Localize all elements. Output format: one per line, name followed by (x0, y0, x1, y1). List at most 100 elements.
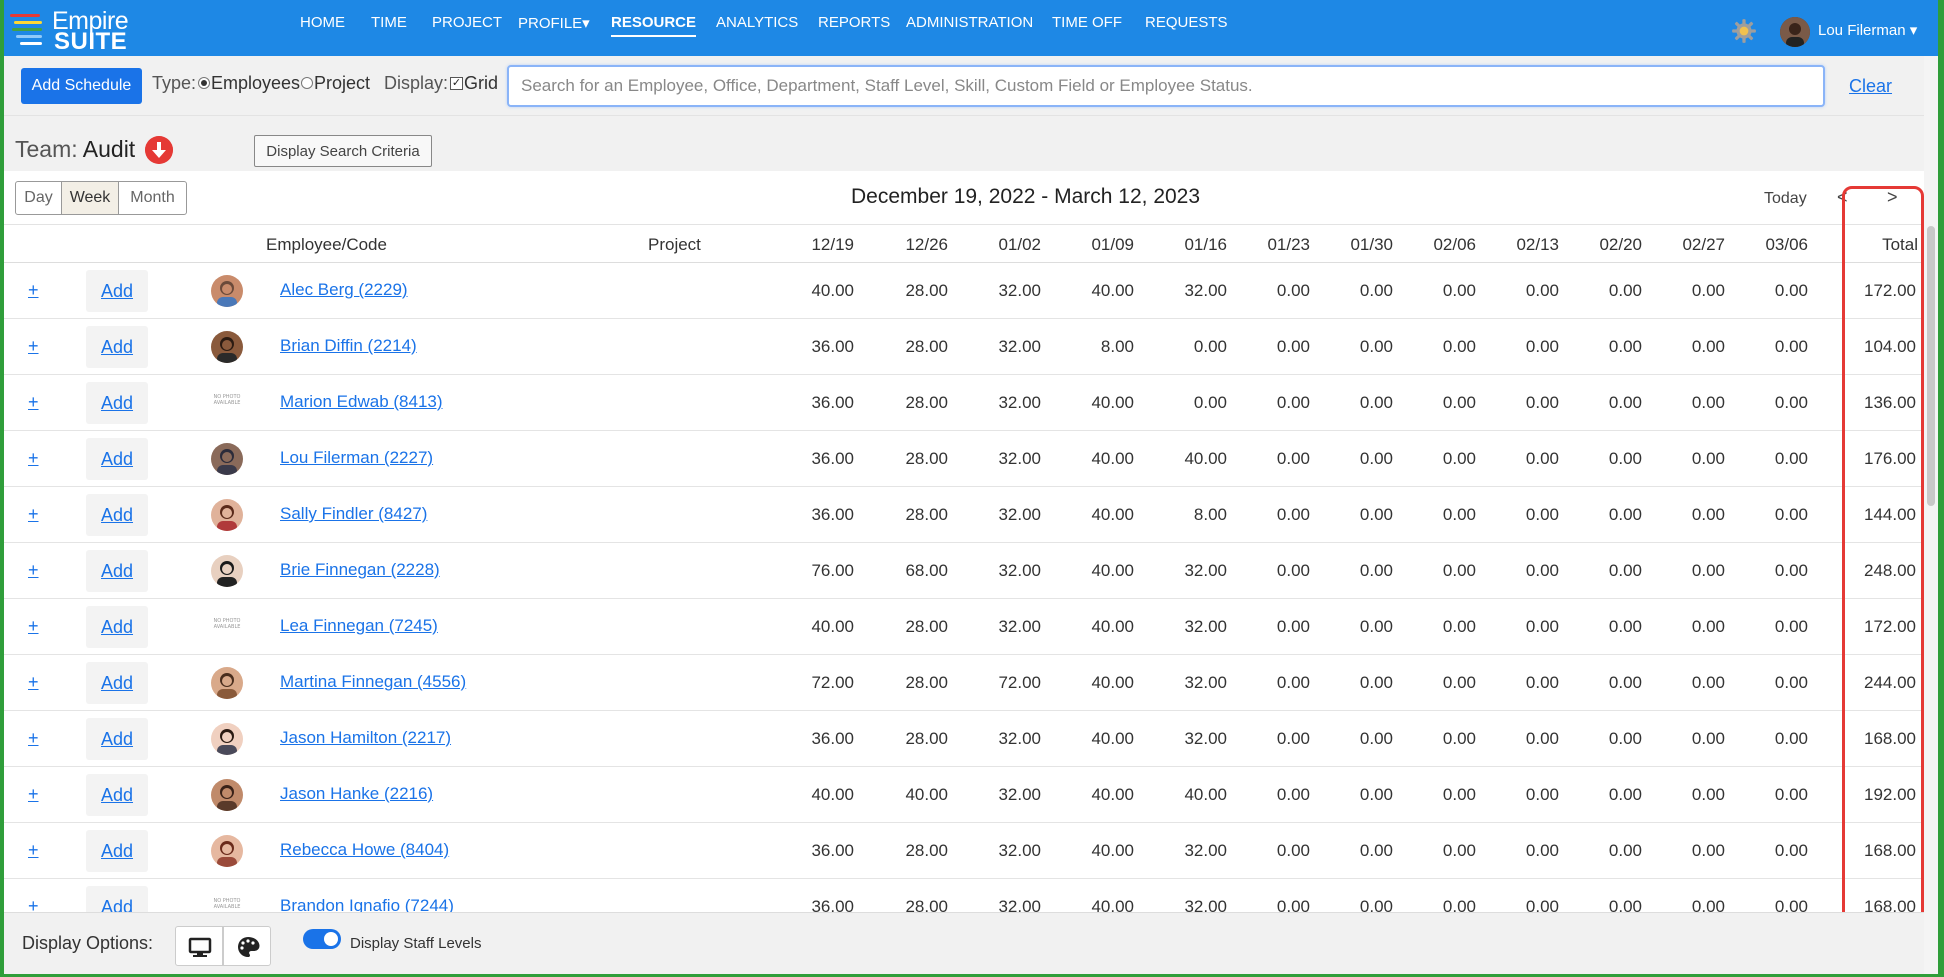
week-hours-cell: 0.00 (1608, 785, 1642, 804)
week-hours-cell: 0.00 (1608, 841, 1642, 860)
week-hours-cell: 0.00 (1774, 729, 1808, 748)
next-button[interactable]: > (1887, 187, 1898, 208)
expand-row-link[interactable]: + (28, 728, 39, 749)
nav-requests[interactable]: REQUESTS (1145, 14, 1228, 31)
staff-levels-toggle[interactable] (303, 929, 341, 949)
clear-link[interactable]: Clear (1849, 76, 1892, 97)
search-input[interactable] (507, 65, 1825, 107)
today-button[interactable]: Today (1764, 190, 1807, 208)
add-assignment-button[interactable]: Add (86, 494, 148, 536)
view-month-button[interactable]: Month (118, 181, 187, 215)
user-avatar[interactable] (1780, 17, 1810, 47)
expand-row-link[interactable]: + (28, 896, 39, 912)
add-assignment-button[interactable]: Add (86, 326, 148, 368)
week-hours-cell: 0.00 (1525, 673, 1559, 692)
vertical-scrollbar[interactable] (1924, 56, 1938, 974)
employee-link[interactable]: Sally Findler (8427) (280, 504, 427, 524)
week-hours-cell: 8.00 (1193, 505, 1227, 524)
employee-link[interactable]: Marion Edwab (8413) (280, 392, 443, 412)
total-hours-cell: 168.00 (1864, 897, 1916, 912)
week-hours-cell: 72.00 (998, 673, 1041, 692)
add-assignment-button[interactable]: Add (86, 382, 148, 424)
nav-home[interactable]: HOME (300, 14, 345, 31)
week-hours-cell: 0.00 (1359, 561, 1393, 580)
view-day-button[interactable]: Day (15, 181, 62, 215)
week-hours-cell: 8.00 (1100, 337, 1134, 356)
employee-link[interactable]: Lou Filerman (2227) (280, 448, 433, 468)
column-header-project: Project (648, 235, 701, 254)
employee-link[interactable]: Jason Hamilton (2217) (280, 728, 451, 748)
type-project-label[interactable]: Project (314, 73, 370, 94)
week-hours-cell: 0.00 (1359, 393, 1393, 412)
gear-icon[interactable] (1731, 18, 1757, 44)
previous-button[interactable]: < (1837, 187, 1848, 208)
employee-link[interactable]: Rebecca Howe (8404) (280, 840, 449, 860)
expand-row-link[interactable]: + (28, 840, 39, 861)
nav-time[interactable]: TIME (371, 14, 407, 31)
add-schedule-button[interactable]: Add Schedule (21, 68, 142, 104)
employee-link[interactable]: Martina Finnegan (4556) (280, 672, 466, 692)
expand-row-link[interactable]: + (28, 280, 39, 301)
week-hours-cell: 28.00 (905, 505, 948, 524)
week-hours-cell: 0.00 (1608, 393, 1642, 412)
add-assignment-button[interactable]: Add (86, 774, 148, 816)
nav-administration[interactable]: ADMINISTRATION (906, 14, 1033, 31)
user-menu[interactable]: Lou Filerman ▾ (1818, 21, 1917, 39)
column-header-week: 01/16 (1184, 235, 1227, 254)
week-hours-cell: 0.00 (1774, 673, 1808, 692)
add-assignment-button[interactable]: Add (86, 886, 148, 912)
expand-row-link[interactable]: + (28, 504, 39, 525)
add-assignment-button[interactable]: Add (86, 550, 148, 592)
scrollbar-thumb[interactable] (1927, 226, 1935, 506)
week-hours-cell: 40.00 (1091, 673, 1134, 692)
expand-row-link[interactable]: + (28, 336, 39, 357)
week-hours-cell: 32.00 (998, 561, 1041, 580)
week-hours-cell: 0.00 (1525, 561, 1559, 580)
employee-link[interactable]: Jason Hanke (2216) (280, 784, 433, 804)
employee-link[interactable]: Brian Diffin (2214) (280, 336, 417, 356)
nav-project[interactable]: PROJECT (432, 14, 502, 31)
nav-reports[interactable]: REPORTS (818, 14, 890, 31)
employee-link[interactable]: Alec Berg (2229) (280, 280, 408, 300)
add-assignment-button[interactable]: Add (86, 830, 148, 872)
palette-button[interactable] (223, 926, 271, 966)
display-grid-label[interactable]: Grid (464, 73, 498, 94)
employee-link[interactable]: Lea Finnegan (7245) (280, 616, 438, 636)
week-hours-cell: 0.00 (1691, 729, 1725, 748)
employee-avatar (211, 443, 243, 475)
display-search-criteria-button[interactable]: Display Search Criteria (254, 135, 432, 167)
expand-row-link[interactable]: + (28, 392, 39, 413)
add-assignment-button[interactable]: Add (86, 718, 148, 760)
view-week-button[interactable]: Week (61, 181, 119, 215)
type-employees-label[interactable]: Employees (211, 73, 300, 94)
empire-suite-logo[interactable]: Empire SUITE (10, 7, 140, 55)
nav-resource[interactable]: RESOURCE (611, 14, 697, 37)
week-hours-cell: 0.00 (1608, 337, 1642, 356)
display-grid-checkbox[interactable]: ✓ (450, 77, 463, 90)
expand-row-link[interactable]: + (28, 784, 39, 805)
employee-link[interactable]: Brandon Ignafio (7244) (280, 896, 454, 912)
week-hours-cell: 0.00 (1774, 393, 1808, 412)
type-employees-radio[interactable] (198, 77, 210, 89)
nav-profile[interactable]: PROFILE▾ (518, 14, 590, 32)
expand-row-link[interactable]: + (28, 616, 39, 637)
week-hours-cell: 36.00 (811, 729, 854, 748)
add-assignment-button[interactable]: Add (86, 606, 148, 648)
column-header-week: 01/30 (1350, 235, 1393, 254)
expand-row-link[interactable]: + (28, 672, 39, 693)
employee-avatar (211, 499, 243, 531)
type-project-radio[interactable] (301, 77, 313, 89)
nav-time-off[interactable]: TIME OFF (1052, 14, 1122, 31)
employee-link[interactable]: Brie Finnegan (2228) (280, 560, 440, 580)
expand-row-link[interactable]: + (28, 560, 39, 581)
arrow-down-circle-icon[interactable] (145, 136, 173, 164)
add-assignment-button[interactable]: Add (86, 438, 148, 480)
add-assignment-button[interactable]: Add (86, 662, 148, 704)
add-assignment-button[interactable]: Add (86, 270, 148, 312)
expand-row-link[interactable]: + (28, 448, 39, 469)
total-hours-cell: 168.00 (1864, 841, 1916, 860)
week-hours-cell: 40.00 (1091, 505, 1134, 524)
monitor-button[interactable] (175, 926, 223, 966)
nav-analytics[interactable]: ANALYTICS (716, 14, 798, 31)
week-hours-cell: 0.00 (1359, 841, 1393, 860)
